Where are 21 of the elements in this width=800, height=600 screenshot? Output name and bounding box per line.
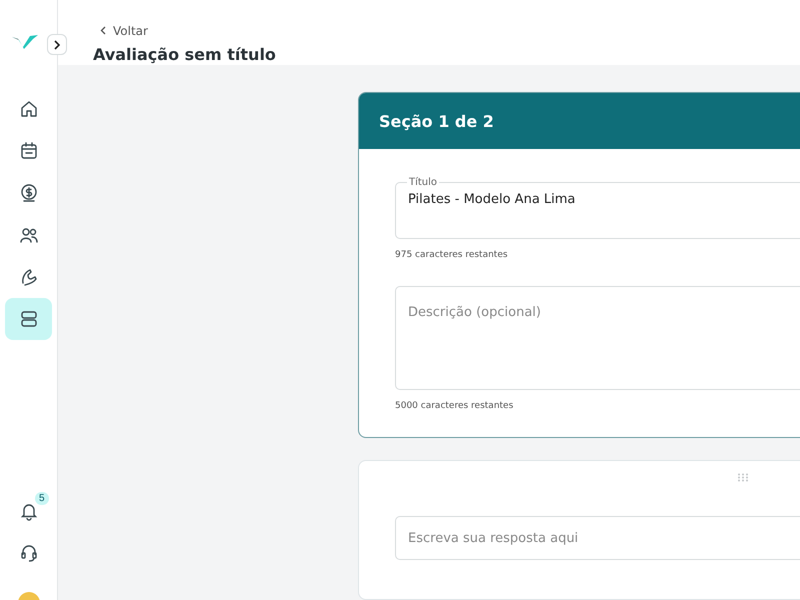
back-link[interactable]: Voltar bbox=[100, 24, 148, 38]
chevron-left-icon bbox=[100, 26, 106, 35]
home-icon bbox=[18, 99, 38, 119]
headset-icon bbox=[18, 543, 38, 563]
drag-handle-icon[interactable] bbox=[737, 473, 751, 482]
nav-item[interactable] bbox=[5, 298, 52, 340]
title-field-label: Título bbox=[408, 177, 438, 188]
stacked-rows-icon bbox=[18, 309, 38, 329]
character-counter: 5000 caracteres restantes bbox=[395, 401, 514, 411]
chevron-right-icon bbox=[53, 40, 61, 50]
page-title: Avaliação sem título bbox=[93, 45, 277, 64]
logo-icon bbox=[10, 34, 40, 50]
dollar-coin-icon bbox=[18, 183, 38, 203]
description-field[interactable]: Descrição (opcional) bbox=[395, 286, 800, 390]
answer-field[interactable]: Escreva sua resposta aqui bbox=[395, 516, 800, 560]
expand-sidebar-button[interactable] bbox=[47, 34, 67, 55]
calendar-icon bbox=[18, 141, 38, 161]
notifications-button[interactable]: 5 bbox=[5, 490, 52, 532]
character-counter: 975 caracteres restantes bbox=[395, 250, 509, 260]
section-heading: Seção 1 de 2 bbox=[379, 112, 494, 130]
notification-badge: 5 bbox=[35, 492, 49, 505]
